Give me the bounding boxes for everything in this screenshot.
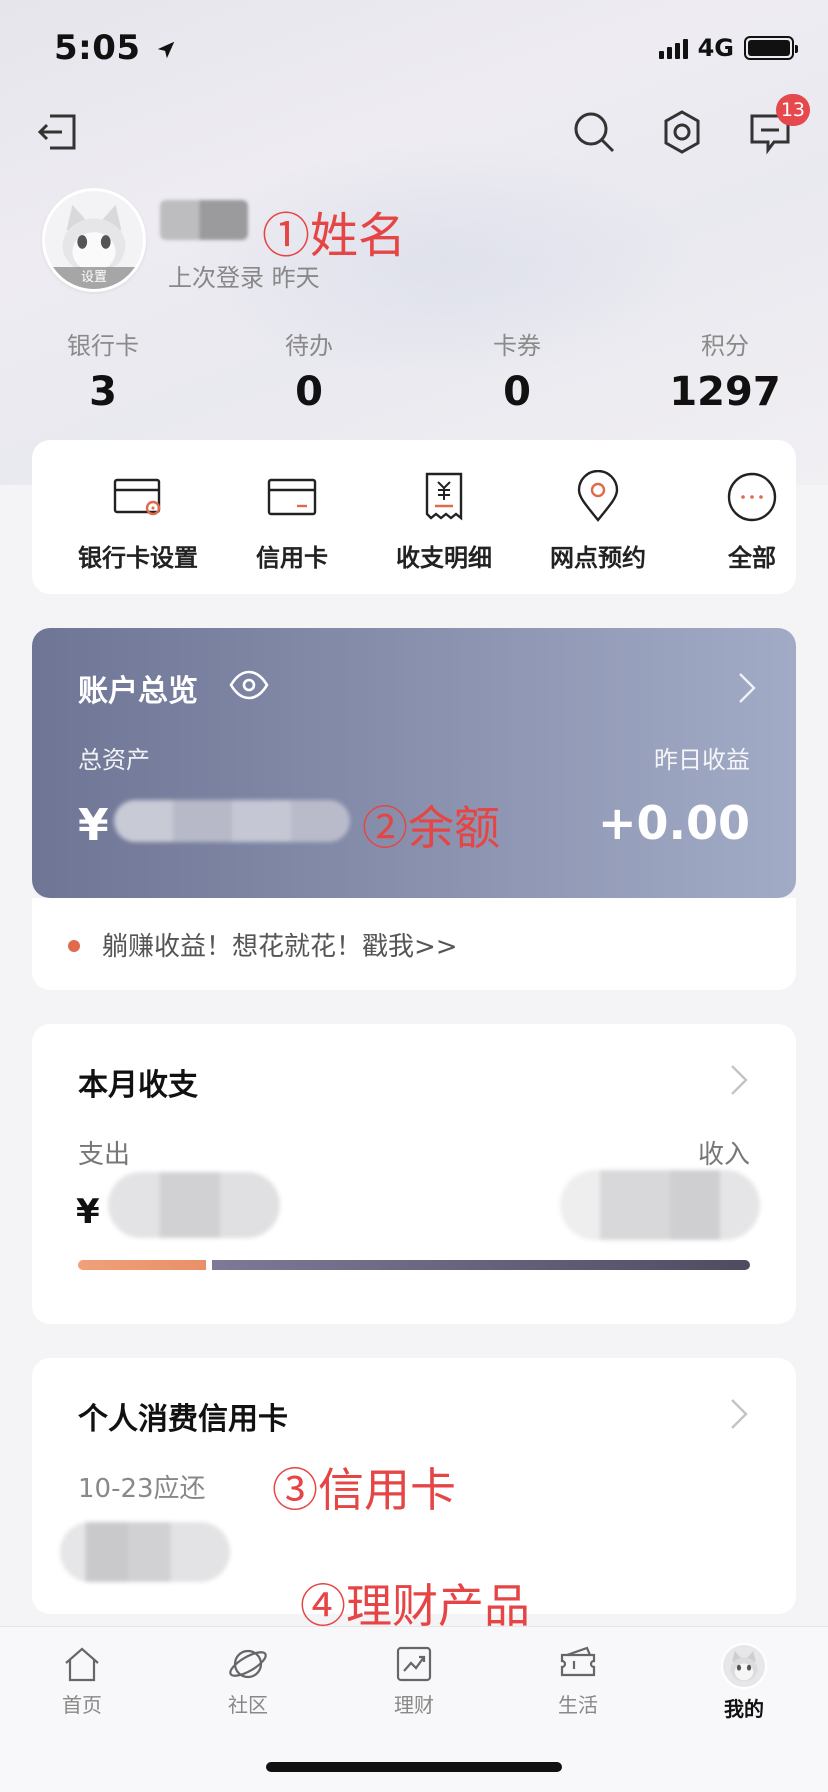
more-icon <box>727 472 777 522</box>
promo-text: 躺赚收益！想花就花！戳我>> <box>102 932 458 962</box>
account-title: 账户总览 <box>78 674 198 709</box>
income-amount-redacted <box>560 1170 760 1240</box>
signal-icon <box>658 37 688 59</box>
location-pin-icon <box>577 470 619 522</box>
tab-label: 生活 <box>558 1693 598 1717</box>
repayment-amount-redacted <box>60 1522 230 1582</box>
status-indicators: 4G <box>658 34 798 62</box>
expense-label: 支出 <box>78 1140 131 1170</box>
currency-symbol: ¥ <box>76 1192 100 1232</box>
quick-actions-panel: 银行卡设置 信用卡 收支明细 网点预约 全部 <box>32 440 796 594</box>
quick-action-branch-booking[interactable]: 网点预约 <box>518 470 678 573</box>
account-overview-card[interactable]: 账户总览 总资产 昨日收益 ¥ ②余额 +0.00 <box>32 628 796 898</box>
home-indicator <box>266 1762 562 1772</box>
tab-mine[interactable]: 我的 <box>684 1643 804 1722</box>
network-type: 4G <box>697 34 734 62</box>
quick-action-label: 信用卡 <box>256 544 328 572</box>
eye-icon[interactable] <box>228 664 270 706</box>
balance-annotation: ②余额 <box>362 801 500 855</box>
yesterday-earnings-label: 昨日收益 <box>654 746 750 774</box>
status-time: 5:05 <box>54 28 177 68</box>
quick-action-statement[interactable]: 收支明细 <box>364 470 524 573</box>
ticket-icon <box>560 1646 596 1677</box>
currency-symbol: ¥ <box>78 800 109 851</box>
total-assets-label: 总资产 <box>78 746 150 774</box>
quick-action-label: 收支明细 <box>396 544 492 572</box>
name-annotation: ①姓名 <box>262 208 407 264</box>
stat-value: 1297 <box>669 369 781 415</box>
tab-community[interactable]: 社区 <box>188 1643 308 1718</box>
income-label: 收入 <box>697 1140 750 1170</box>
promo-dot <box>68 940 80 952</box>
tab-label: 我的 <box>724 1697 764 1721</box>
user-name-redacted <box>160 200 248 240</box>
avatar-settings-tag: 设置 <box>45 267 143 289</box>
stat-label: 积分 <box>701 332 749 360</box>
quick-action-credit-card[interactable]: 信用卡 <box>212 470 372 573</box>
income-expense-bar <box>78 1260 750 1270</box>
stat-label: 银行卡 <box>67 332 139 360</box>
quick-action-all[interactable]: 全部 <box>672 470 828 573</box>
tab-label: 社区 <box>228 1693 268 1717</box>
avatar[interactable]: 设置 <box>42 188 146 292</box>
location-arrow-icon <box>157 41 175 58</box>
credit-card-title: 个人消费信用卡 <box>78 1402 288 1437</box>
planet-icon <box>229 1649 267 1679</box>
quick-action-label: 全部 <box>728 544 776 572</box>
bank-card-settings-icon <box>113 478 161 516</box>
stat-coupons[interactable]: 卡券 0 <box>432 326 602 415</box>
credit-card-icon <box>267 478 317 516</box>
chevron-right-icon[interactable] <box>728 1396 750 1432</box>
stat-value: 3 <box>89 369 117 415</box>
tab-home[interactable]: 首页 <box>22 1643 142 1718</box>
search-icon[interactable] <box>570 108 618 156</box>
stat-value: 0 <box>295 369 323 415</box>
credit-card-annotation: ③信用卡 <box>272 1463 456 1517</box>
tab-life[interactable]: 生活 <box>518 1643 638 1718</box>
battery-icon <box>744 36 798 60</box>
balance-redacted <box>114 800 350 842</box>
yesterday-earnings-value: +0.00 <box>597 796 750 850</box>
expense-amount-redacted <box>108 1172 280 1238</box>
stat-label: 卡券 <box>493 332 541 360</box>
avatar-icon <box>721 1643 767 1689</box>
quick-action-label: 银行卡设置 <box>78 544 198 572</box>
message-button[interactable]: 13 <box>746 94 810 156</box>
logout-icon[interactable] <box>34 108 82 156</box>
tab-label: 首页 <box>62 1693 102 1717</box>
chevron-right-icon[interactable] <box>734 670 760 706</box>
stat-bank-cards[interactable]: 银行卡 3 <box>18 326 188 415</box>
monthly-title: 本月收支 <box>78 1068 198 1103</box>
receipt-icon <box>425 472 463 521</box>
last-login-text: 上次登录 昨天 <box>168 264 320 292</box>
message-badge: 13 <box>775 94 810 126</box>
home-icon <box>65 1647 99 1682</box>
stat-todo[interactable]: 待办 0 <box>224 326 394 415</box>
monthly-summary-card[interactable]: 本月收支 支出 收入 ¥ <box>32 1024 796 1324</box>
gear-icon[interactable] <box>658 108 706 156</box>
quick-action-bank-card-settings[interactable]: 银行卡设置 <box>58 470 218 573</box>
stat-value: 0 <box>503 369 531 415</box>
income-bar <box>212 1260 750 1270</box>
chart-icon <box>396 1646 432 1682</box>
repayment-due-date: 10-23应还 <box>78 1474 206 1504</box>
chevron-right-icon[interactable] <box>728 1062 750 1098</box>
promo-banner[interactable]: 躺赚收益！想花就花！戳我>> <box>32 898 796 990</box>
expense-bar <box>78 1260 206 1270</box>
tab-label: 理财 <box>394 1693 434 1717</box>
tab-finance[interactable]: 理财 <box>354 1643 474 1718</box>
quick-action-label: 网点预约 <box>550 544 646 572</box>
stat-label: 待办 <box>285 332 333 360</box>
stat-points[interactable]: 积分 1297 <box>640 326 810 415</box>
